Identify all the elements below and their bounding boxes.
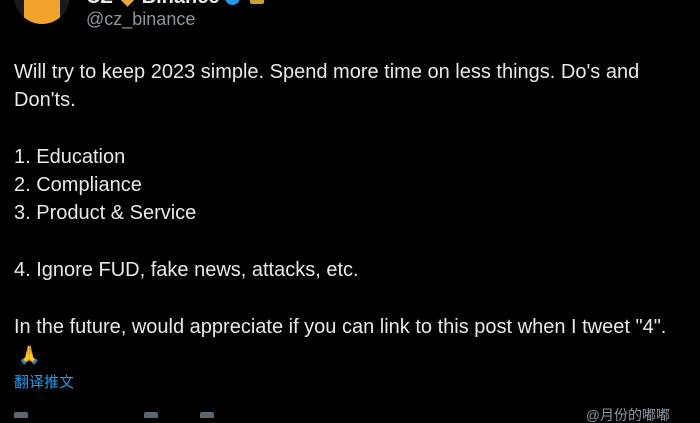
translate-tweet-link[interactable]: 翻译推文	[14, 373, 74, 393]
like-icon[interactable]	[200, 412, 214, 418]
tweet-body: Will try to keep 2023 simple. Spend more…	[14, 58, 686, 369]
verified-badge-icon	[225, 0, 241, 5]
tweet-intro: Will try to keep 2023 simple. Spend more…	[14, 61, 640, 112]
display-name[interactable]: CZ Binance	[86, 0, 265, 8]
tweet-closing-paragraph: In the future, would appreciate if you c…	[14, 313, 686, 370]
tweet-item-2: 2. Compliance	[14, 174, 142, 197]
binance-diamond-icon	[117, 0, 137, 7]
tweet-item-3: 3. Product & Service	[14, 202, 197, 225]
retweet-icon[interactable]	[144, 412, 158, 418]
tweet-closing: In the future, would appreciate if you c…	[14, 315, 667, 338]
avatar-body	[24, 0, 60, 24]
praying-hands-icon: 🙏	[18, 344, 41, 365]
display-name-text: CZ	[86, 0, 113, 8]
tweet-header: CZ Binance @cz_binance	[0, 0, 700, 40]
tweet-item-1: 1. Education	[14, 145, 126, 168]
affiliate-badge-icon	[250, 0, 265, 4]
display-name-suffix: Binance	[142, 0, 220, 8]
tweet-item-4: 4. Ignore FUD, fake news, attacks, etc.	[14, 259, 359, 282]
user-handle[interactable]: @cz_binance	[86, 8, 195, 30]
avatar[interactable]	[14, 0, 70, 24]
reply-icon[interactable]	[14, 412, 28, 418]
watermark: @月份的嘟嘟	[585, 407, 670, 423]
